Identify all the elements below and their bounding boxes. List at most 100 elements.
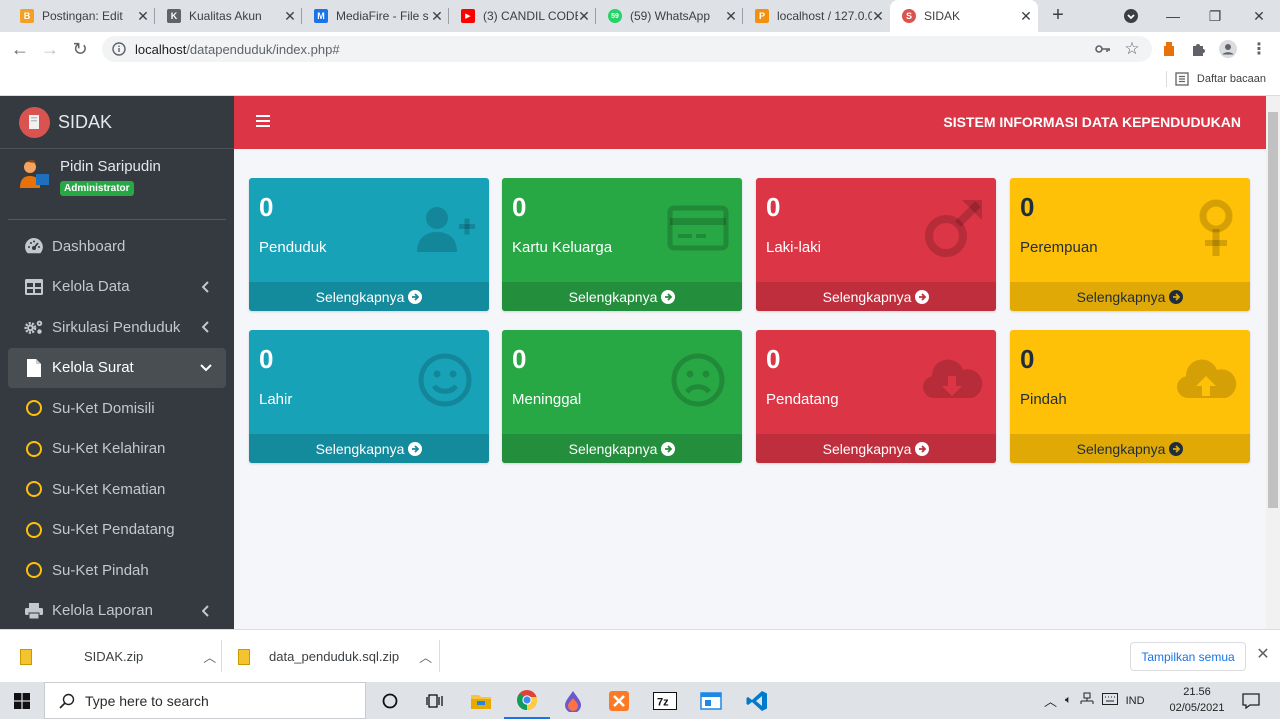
close-icon[interactable]: ✕ [1018,8,1034,24]
sidebar-item-kelola-data[interactable]: Kelola Data [8,267,226,308]
browser-tab[interactable]: P localhost / 127.0.0 ✕ [743,0,890,32]
smile-icon [413,348,477,412]
svg-text:7z: 7z [657,696,669,708]
sidebar-item-kelola-laporan[interactable]: Kelola Laporan [8,591,226,630]
close-icon[interactable]: ✕ [576,8,592,24]
more-info-link[interactable]: Selengkapnya [249,434,489,463]
browser-tab[interactable]: K Kualitas Akun ✕ [155,0,302,32]
profile-avatar-icon[interactable] [1219,40,1237,58]
taskbar-app-xampp[interactable] [596,682,642,719]
taskbar-search-input[interactable]: Type here to search [44,682,366,719]
sidebar-subitem-suket-pendatang[interactable]: Su-Ket Pendatang [8,510,226,551]
close-download-bar-icon[interactable]: ✕ [1254,646,1272,664]
sidebar-item-label: Su-Ket Pendatang [52,521,175,539]
divider [221,640,222,672]
notification-icon [1242,692,1260,709]
browser-tab-active[interactable]: S SIDAK ✕ [890,0,1038,32]
taskbar-app-vscode[interactable] [734,682,780,719]
zip-file-icon [20,648,32,665]
close-icon[interactable]: ✕ [429,8,445,24]
more-info-link[interactable]: Selengkapnya [756,434,996,463]
stat-label: Laki-laki [766,239,822,256]
cortana-button[interactable] [367,682,413,719]
browser-tab[interactable]: B Postingan: Edit ✕ [8,0,155,32]
taskbar-app-7zip[interactable]: 7z [642,682,688,719]
arrow-circle-right-icon [661,441,676,456]
folder-icon [471,694,491,709]
circle-icon [26,440,42,457]
sidebar-subitem-suket-domisili[interactable]: Su-Ket Domisili [8,388,226,429]
sidebar-item-label: Su-Ket Kematian [52,480,166,498]
sidebar-subitem-suket-pindah[interactable]: Su-Ket Pindah [8,550,226,591]
extension-icon[interactable] [1160,40,1178,58]
user-name[interactable]: Pidin Saripudin [60,158,161,175]
close-icon[interactable]: ✕ [870,8,886,24]
more-info-link[interactable]: Selengkapnya [1010,282,1250,311]
more-info-link[interactable]: Selengkapnya [249,282,489,311]
info-icon[interactable] [112,42,126,56]
speaker-icon[interactable]: 🔈︎ [1065,694,1072,707]
taskbar-app-chrome[interactable] [504,682,550,719]
password-key-icon[interactable] [1094,40,1112,58]
sidebar-item-label: Su-Ket Kelahiran [52,440,166,458]
download-item[interactable]: data_penduduk.sql.zip ︿ [238,630,440,683]
reload-button[interactable]: ↻ [68,37,92,61]
reading-list-button[interactable]: Daftar bacaan [1165,71,1266,87]
window-close-button[interactable]: ✕ [1238,0,1280,32]
notifications-button[interactable] [1228,682,1274,719]
more-info-link[interactable]: Selengkapnya [502,282,742,311]
network-icon[interactable] [1079,692,1095,709]
address-bar[interactable]: localhost/datapenduduk/index.php# [102,36,1152,62]
circle-icon [26,521,42,538]
stat-card-penduduk: 0 Penduduk Selengkapnya [249,178,489,311]
system-clock[interactable]: 21.56 02/05/2021 [1166,684,1228,716]
sidebar-item-sirkulasi-penduduk[interactable]: Sirkulasi Penduduk [8,307,226,348]
scrollbar-thumb[interactable] [1268,112,1278,508]
extensions-puzzle-icon[interactable] [1190,40,1208,58]
task-view-icon [426,693,443,708]
input-language[interactable]: IND [1126,695,1145,707]
sidebar-subitem-suket-kelahiran[interactable]: Su-Ket Kelahiran [8,429,226,470]
brand-link[interactable]: SIDAK [0,96,234,149]
chevron-up-icon[interactable]: ︿ [1044,691,1057,710]
forward-button[interactable]: → [38,37,62,61]
chevron-up-icon[interactable]: ︿ [203,647,216,666]
chevron-up-icon[interactable]: ︿ [419,647,432,666]
close-icon[interactable]: ✕ [723,8,739,24]
tab-search-button[interactable] [1110,0,1152,32]
taskbar-app-drop[interactable] [550,682,596,719]
task-view-button[interactable] [412,682,458,719]
restore-button[interactable]: ❐ [1194,0,1236,32]
browser-tab[interactable]: ▶ (3) CANDIL CODE ✕ [449,0,596,32]
browser-tab[interactable]: 59 (59) WhatsApp ✕ [596,0,743,32]
stat-value: 0 [259,192,274,222]
sidebar-item-label: Kelola Laporan [52,602,153,620]
show-all-downloads-button[interactable]: Tampilkan semua [1130,642,1246,671]
menu-kebab-icon[interactable]: ⋮ [1250,40,1268,58]
sidebar-item-dashboard[interactable]: Dashboard [8,226,226,267]
more-info-link[interactable]: Selengkapnya [756,282,996,311]
sidebar-subitem-suket-kematian[interactable]: Su-Ket Kematian [8,469,226,510]
sidebar-item-kelola-surat[interactable]: Kelola Surat [8,347,226,388]
windows-logo-icon [14,692,30,709]
back-button[interactable]: ← [8,37,32,61]
more-info-link[interactable]: Selengkapnya [502,434,742,463]
browser-tab[interactable]: M MediaFire - File s ✕ [302,0,449,32]
taskbar-app-file-explorer[interactable] [458,682,504,719]
minimize-button[interactable]: — [1152,0,1194,32]
table-icon [24,277,44,297]
close-icon[interactable]: ✕ [282,8,298,24]
close-icon[interactable]: ✕ [135,8,151,24]
download-item[interactable]: SIDAK.zip ︿ [20,630,222,683]
bookmark-star-icon[interactable]: ☆ [1123,39,1141,58]
windows-start-button[interactable] [0,682,44,719]
keyboard-icon[interactable] [1101,693,1118,708]
more-info-link[interactable]: Selengkapnya [1010,434,1250,463]
stat-card-kartu-keluarga: 0 Kartu Keluarga Selengkapnya [502,178,742,311]
new-tab-button[interactable]: + [1046,4,1070,28]
more-info-label: Selengkapnya [568,288,658,305]
taskbar-app-window[interactable] [688,682,734,719]
page-scrollbar[interactable] [1266,96,1280,629]
hamburger-menu-icon[interactable] [256,114,270,128]
reading-list-label: Daftar bacaan [1196,73,1266,85]
